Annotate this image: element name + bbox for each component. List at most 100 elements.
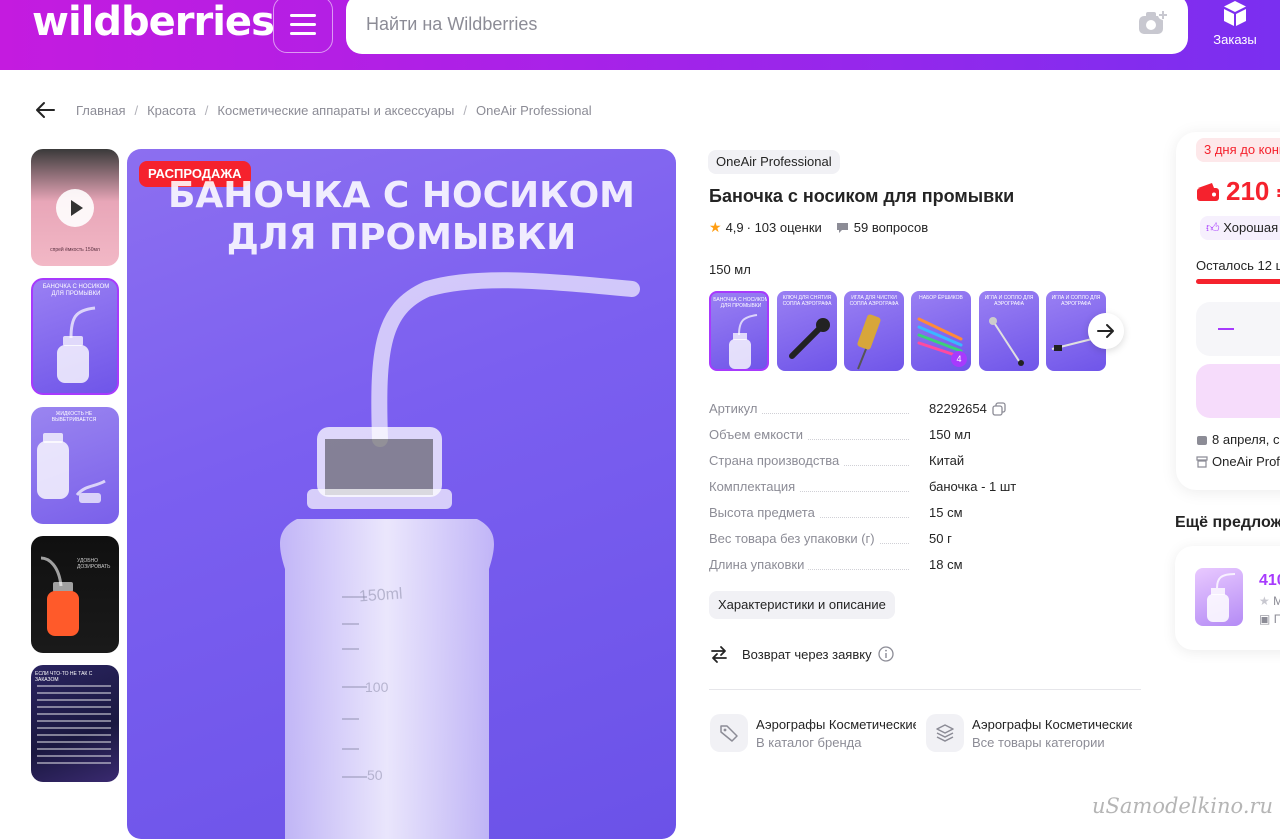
offer-seller-line: ▣ П: [1259, 612, 1280, 626]
breadcrumb-separator: /: [204, 102, 209, 118]
bottle-image: [57, 306, 96, 383]
thumbnail-video[interactable]: спрей ёмкость 150мл: [31, 149, 119, 266]
brand-chip[interactable]: OneAir Professional: [708, 150, 840, 174]
offer-rating-line: ★ М: [1259, 594, 1280, 608]
seller-name: OneAir Professional: [1212, 454, 1280, 469]
thumbnail-3[interactable]: ЖИДКОСТЬ НЕ ВЫВЕТРИВАЕТСЯ: [31, 407, 119, 524]
stock-progress-fill: [1196, 279, 1280, 284]
stock-progress: [1196, 279, 1280, 284]
warehouse-icon: [1197, 435, 1207, 445]
scale-label: 50: [367, 767, 383, 783]
spec-row: Страна производства Китай: [709, 450, 1129, 472]
play-icon[interactable]: [56, 189, 94, 227]
variants-next-arrow-icon[interactable]: [1088, 313, 1124, 349]
spec-value: баночка - 1 шт: [929, 479, 1017, 494]
bottle-image: [280, 272, 640, 839]
quantity-stepper[interactable]: 1: [1196, 302, 1280, 356]
thumbnail-caption: БАНОЧКА С НОСИКОМ ДЛЯ ПРОМЫВКИ: [42, 284, 110, 297]
star-icon: ★: [709, 219, 722, 235]
bottle-image: [41, 556, 79, 636]
seller-info[interactable]: OneAir Professional: [1196, 454, 1280, 469]
spec-row: Высота предмета 15 см: [709, 502, 1129, 524]
nozzle-image: [989, 317, 1024, 366]
orders-label: Заказы: [1213, 32, 1257, 47]
price-value: 210 ₽: [1226, 176, 1280, 206]
questions-link[interactable]: 59 вопросов: [836, 220, 928, 235]
menu-icon-bar: [290, 23, 316, 26]
variant-caption: КЛЮЧ ДЛЯ СНЯТИЯ СОПЛА АЭРОГРАФА: [782, 295, 832, 307]
reviews-count[interactable]: · 103 оценки: [747, 220, 822, 235]
add-to-cart-button[interactable]: [1196, 364, 1280, 418]
variant-option[interactable]: БАНОЧКА С НОСИКОМ ДЛЯ ПРОМЫВКИ: [709, 291, 769, 371]
offer-card[interactable]: 410 ₽ ★ М ▣ П: [1175, 546, 1280, 650]
logo[interactable]: wildberries: [32, 0, 275, 44]
variant-option[interactable]: НАБОР ЁРШИКОВ 4: [911, 291, 971, 371]
thumbnail-caption: ЕСЛИ ЧТО-ТО НЕ ТАК С ЗАКАЗОМ: [35, 671, 93, 683]
spec-value: 18 см: [929, 557, 963, 572]
thumbnail-4[interactable]: УДОБНО ДОЗИРОВАТЬ: [31, 536, 119, 653]
camera-search-icon[interactable]: [1138, 10, 1168, 36]
variant-option[interactable]: КЛЮЧ ДЛЯ СНЯТИЯ СОПЛА АЭРОГРАФА: [777, 291, 837, 371]
spec-value-article[interactable]: 82292654: [929, 401, 1006, 416]
wrench-image: [789, 318, 830, 359]
spec-value: 150 мл: [929, 427, 971, 442]
orders-button[interactable]: Заказы: [1200, 0, 1270, 60]
spec-row: Комплектация баночка - 1 шт: [709, 476, 1129, 498]
scale-label: 100: [365, 679, 389, 695]
spec-key: Высота предмета: [709, 505, 819, 520]
chat-icon: [836, 222, 848, 233]
bottle-image: [37, 433, 106, 503]
copy-icon[interactable]: [992, 401, 1006, 416]
info-icon[interactable]: [877, 646, 894, 662]
buy-card: 3 дня до конца 210 ₽ 👍︎ Хорошая цена Ост…: [1176, 132, 1280, 490]
breadcrumb-item-brand[interactable]: OneAir Professional: [476, 103, 592, 118]
breadcrumb-item-devices[interactable]: Косметические аппараты и аксессуары: [217, 103, 454, 118]
thumbnail-2[interactable]: БАНОЧКА С НОСИКОМ ДЛЯ ПРОМЫВКИ: [31, 278, 119, 395]
scale-label: 150ml: [358, 585, 404, 606]
menu-icon-bar: [290, 32, 316, 35]
star-icon: ★: [1259, 594, 1270, 608]
bottle-image: [729, 314, 758, 369]
breadcrumb-item-home[interactable]: Главная: [76, 103, 125, 118]
main-product-image[interactable]: РАСПРОДАЖА БАНОЧКА С НОСИКОМ ДЛЯ ПРОМЫВК…: [127, 149, 676, 839]
shop-icon: [1196, 455, 1208, 468]
return-text: Возврат через заявку: [742, 646, 872, 662]
variant-caption: НАБОР ЁРШИКОВ: [919, 295, 963, 301]
thumbnail-text-lines: [37, 685, 111, 765]
spec-value: 15 см: [929, 505, 963, 520]
delivery-date: 8 апреля, со склада: [1212, 432, 1280, 447]
characteristics-button[interactable]: Характеристики и описание: [709, 591, 895, 619]
variant-option[interactable]: ИГЛА И СОПЛО ДЛЯ АЭРОГРАФА: [979, 291, 1039, 371]
variant-caption: ИГЛА И СОПЛО ДЛЯ АЭРОГРАФА: [984, 295, 1034, 307]
shop-icon: ▣: [1259, 612, 1271, 626]
rating-value[interactable]: 4,9: [726, 220, 744, 235]
breadcrumb-separator: /: [134, 102, 139, 118]
wallet-icon: [1197, 182, 1219, 201]
category-link[interactable]: Аэрографы Косметические Все товары катег…: [926, 713, 1132, 753]
menu-icon-bar: [290, 14, 316, 17]
tag-icon: [710, 714, 748, 752]
good-price-text: Хорошая цена: [1223, 220, 1280, 235]
back-arrow-icon[interactable]: [34, 99, 56, 121]
delivery-info: 8 апреля, со склада: [1196, 432, 1280, 447]
offer-line2: П: [1273, 612, 1280, 626]
minus-icon[interactable]: [1218, 328, 1234, 330]
offer-price: 410 ₽: [1259, 572, 1280, 589]
thumbnail-5[interactable]: ЕСЛИ ЧТО-ТО НЕ ТАК С ЗАКАЗОМ: [31, 665, 119, 782]
stock-left: Осталось 12 шт: [1196, 258, 1280, 273]
good-price-badge: 👍︎ Хорошая цена: [1200, 216, 1280, 240]
product-title: Баночка с носиком для промывки: [709, 186, 1015, 206]
variant-option[interactable]: ИГЛА ДЛЯ ЧИСТКИ СОПЛА АЭРОГРАФА: [844, 291, 904, 371]
menu-button[interactable]: [273, 0, 333, 53]
brand-catalog-link[interactable]: Аэрографы Косметические В каталог бренда: [710, 713, 916, 753]
variant-caption: БАНОЧКА С НОСИКОМ ДЛЯ ПРОМЫВКИ: [713, 297, 769, 309]
spec-row: Объем емкости 150 мл: [709, 424, 1129, 446]
search-input[interactable]: [366, 6, 1126, 42]
thumbs-up-icon: 👍︎: [1206, 220, 1220, 235]
price: 210 ₽: [1196, 176, 1280, 207]
category-link-subtitle: Все товары категории: [972, 734, 1105, 750]
spec-key: Комплектация: [709, 479, 800, 494]
volume-label: 150 мл: [709, 262, 751, 277]
breadcrumb-item-beauty[interactable]: Красота: [147, 103, 196, 118]
spec-key: Вес товара без упаковки (г): [709, 531, 879, 546]
